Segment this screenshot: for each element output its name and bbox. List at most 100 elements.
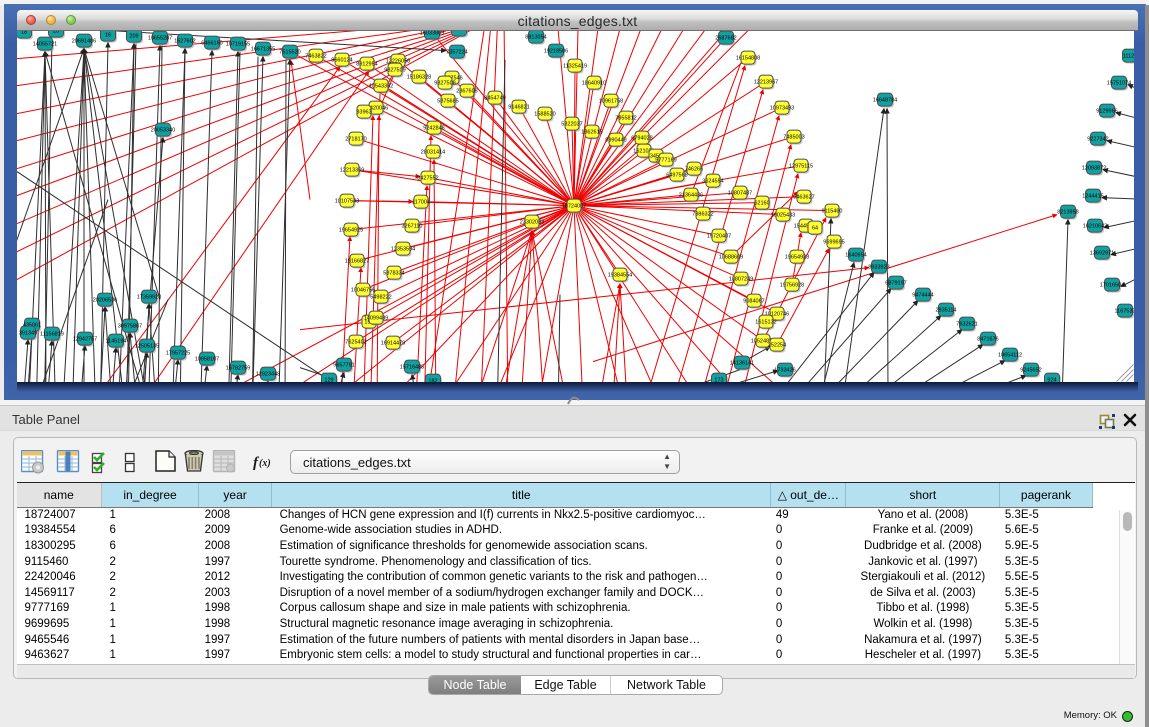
svg-text:10958107: 10958107: [195, 357, 219, 363]
svg-text:20206536: 20206536: [93, 298, 117, 304]
svg-text:6794028: 6794028: [631, 136, 652, 142]
svg-text:9327508: 9327508: [434, 81, 455, 87]
svg-text:10025433: 10025433: [771, 213, 795, 219]
svg-text:19654925: 19654925: [339, 228, 363, 234]
svg-text:21364436: 21364436: [679, 193, 703, 199]
svg-text:8471676: 8471676: [977, 337, 998, 343]
svg-text:12505135: 12505135: [135, 344, 159, 350]
svg-text:10719155: 10719155: [226, 42, 250, 48]
svg-text:5875685: 5875685: [437, 99, 458, 105]
svg-text:19166827: 19166827: [345, 259, 369, 265]
svg-text:1615132: 1615132: [755, 320, 776, 326]
svg-text:8912954: 8912954: [356, 62, 377, 68]
svg-text:16914479: 16914479: [381, 341, 405, 347]
svg-text:7357224: 7357224: [446, 50, 467, 56]
svg-text:17957225: 17957225: [166, 351, 190, 357]
svg-text:9227342: 9227342: [1087, 137, 1108, 143]
svg-text:14099489: 14099489: [364, 316, 388, 322]
svg-text:12942757: 12942757: [73, 337, 97, 343]
svg-text:17359928: 17359928: [137, 295, 161, 301]
svg-text:1145194: 1145194: [105, 339, 126, 345]
svg-text:8813054: 8813054: [525, 35, 546, 41]
svg-text:20691406: 20691406: [72, 39, 96, 45]
svg-text:16: 16: [105, 33, 111, 39]
svg-text:3267110: 3267110: [401, 224, 422, 230]
svg-text:9474444: 9474444: [912, 293, 933, 299]
svg-text:16671355: 16671355: [251, 47, 275, 53]
svg-text:8990448: 8990448: [605, 138, 626, 144]
svg-text:18807249: 18807249: [729, 277, 753, 283]
svg-text:1362615: 1362615: [581, 130, 602, 136]
svg-text:23302033: 23302033: [520, 220, 544, 226]
svg-text:(x): (x): [259, 458, 271, 469]
svg-text:10973493: 10973493: [770, 106, 794, 112]
svg-text:13692971: 13692971: [1090, 251, 1114, 257]
svg-text:9242848: 9242848: [423, 126, 444, 132]
svg-text:16648784: 16648784: [873, 98, 897, 104]
svg-text:6879197: 6879197: [885, 281, 906, 287]
svg-text:9115460: 9115460: [821, 209, 842, 215]
svg-text:10807487: 10807487: [728, 191, 752, 197]
svg-text:6497568: 6497568: [666, 173, 687, 179]
svg-text:93963: 93963: [356, 110, 371, 116]
svg-text:9463627: 9463627: [793, 195, 814, 201]
svg-text:8213958: 8213958: [1057, 210, 1078, 216]
svg-text:12213369: 12213369: [340, 168, 364, 174]
svg-text:15716485: 15716485: [400, 365, 424, 371]
svg-text:10046756: 10046756: [351, 288, 375, 294]
svg-text:15186328: 15186328: [407, 75, 431, 81]
svg-text:2687682: 2687682: [715, 36, 736, 42]
svg-text:9084067: 9084067: [743, 299, 764, 305]
svg-text:9699695: 9699695: [823, 240, 844, 246]
svg-text:391349: 391349: [19, 331, 37, 337]
svg-text:16782759: 16782759: [226, 366, 250, 372]
svg-text:11123: 11123: [1123, 54, 1134, 60]
svg-text:1733426: 1733426: [774, 368, 795, 374]
svg-text:1244415: 1244415: [1082, 194, 1103, 200]
svg-text:12923448: 12923448: [256, 372, 280, 378]
svg-text:16210643: 16210643: [1083, 224, 1107, 230]
svg-text:20053340: 20053340: [151, 128, 175, 134]
svg-text:20: 20: [53, 31, 59, 34]
svg-text:9777169: 9777169: [655, 158, 676, 164]
svg-text:18: 18: [21, 31, 27, 35]
svg-text:14136141: 14136141: [730, 361, 754, 367]
svg-text:12213967: 12213967: [754, 80, 778, 86]
svg-text:18724007: 18724007: [562, 204, 586, 210]
svg-text:16154808: 16154808: [736, 56, 760, 62]
svg-text:10688609: 10688609: [719, 255, 743, 261]
svg-text:5878334: 5878334: [383, 271, 404, 277]
svg-text:2367608: 2367608: [456, 89, 477, 95]
svg-text:2935114: 2935114: [935, 308, 956, 314]
svg-text:16033809: 16033809: [420, 31, 444, 36]
svg-text:10961758: 10961758: [599, 99, 623, 105]
svg-text:19654923: 19654923: [785, 255, 809, 261]
svg-text:7463822: 7463822: [305, 54, 326, 60]
svg-text:8933923: 8933923: [868, 265, 889, 271]
svg-text:7515520: 7515520: [279, 50, 300, 56]
svg-text:7632621: 7632621: [956, 322, 977, 328]
svg-text:17016504: 17016504: [1100, 283, 1124, 289]
svg-text:11325419: 11325419: [563, 64, 587, 70]
svg-text:1527602: 1527602: [174, 39, 195, 45]
svg-text:7485003: 7485003: [783, 135, 804, 141]
svg-text:2718170: 2718170: [345, 137, 366, 143]
svg-text:1167533: 1167533: [1114, 309, 1134, 315]
svg-text:7955812: 7955812: [615, 116, 636, 122]
svg-text:6466160: 6466160: [201, 41, 222, 47]
svg-text:28031414: 28031414: [421, 150, 445, 156]
svg-text:3624554: 3624554: [702, 179, 723, 185]
svg-text:9245652: 9245652: [1020, 368, 1041, 374]
svg-text:117004: 117004: [412, 200, 430, 206]
svg-text:19756928: 19756928: [780, 283, 804, 289]
svg-text:15751074: 15751074: [1107, 81, 1131, 87]
svg-text:19384554: 19384554: [608, 273, 632, 279]
svg-text:9129966: 9129966: [1096, 109, 1117, 115]
svg-text:9657791: 9657791: [333, 363, 354, 369]
svg-text:209: 209: [129, 34, 138, 40]
svg-text:8454749: 8454749: [484, 96, 505, 102]
svg-text:12353594: 12353594: [391, 247, 415, 253]
svg-text:19218506: 19218506: [544, 49, 568, 55]
svg-text:7986322: 7986322: [692, 212, 713, 218]
svg-text:10543362: 10543362: [369, 84, 393, 90]
